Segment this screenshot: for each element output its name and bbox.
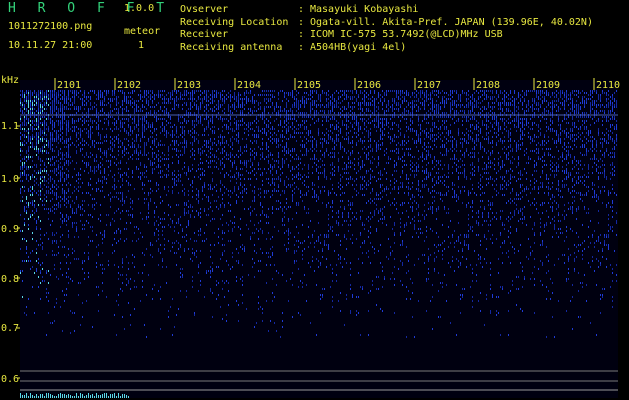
meta-row: Receiver: ICOM IC-575 53.7492(@LCD)MHz US… xyxy=(180,29,593,42)
baseline-activity xyxy=(66,395,67,398)
baseline-activity xyxy=(74,396,75,398)
baseline-activity xyxy=(124,394,125,398)
meta-value: ICOM IC-575 53.7492(@LCD)MHz USB xyxy=(310,29,503,40)
metadata-block: Ovserver: Masayuki Kobayashi Receiving Lo… xyxy=(180,4,593,54)
y-tick-label: 1.1 xyxy=(1,121,20,132)
x-tick-label: 2103 xyxy=(177,80,202,91)
baseline-activity xyxy=(80,393,81,398)
y-tick-label: 1.0 xyxy=(1,174,20,185)
baseline-activity xyxy=(112,394,113,398)
meta-colon: : xyxy=(298,29,305,40)
baseline-activity xyxy=(92,394,93,398)
baseline-activity xyxy=(60,393,61,398)
datetime: 10.11.27 21:00 xyxy=(8,40,93,51)
baseline-activity xyxy=(72,396,73,398)
baseline-activity xyxy=(116,396,117,398)
baseline-activity xyxy=(48,393,49,398)
baseline-activity xyxy=(98,395,99,398)
baseline-activity xyxy=(104,393,105,398)
baseline-activity xyxy=(122,394,123,398)
x-tick-label: 2109 xyxy=(536,80,561,91)
baseline-activity xyxy=(64,394,65,398)
baseline-activity xyxy=(26,393,27,398)
meta-key: Receiving antenna xyxy=(180,41,283,53)
baseline-activity xyxy=(54,396,55,398)
meta-value: A504HB(yagi 4el) xyxy=(310,41,407,53)
baseline-activity xyxy=(46,393,47,398)
baseline-activity xyxy=(24,395,25,398)
baseline-activity xyxy=(106,393,107,398)
meta-value: Ogata-vill. Akita-Pref. JAPAN (139.96E, … xyxy=(310,16,593,28)
baseline-activity xyxy=(76,393,77,398)
baseline-activity xyxy=(20,393,21,398)
baseline-activity xyxy=(40,394,41,398)
baseline-activity xyxy=(82,394,83,398)
baseline-activity xyxy=(94,396,95,398)
x-tick-label: 2101 xyxy=(57,80,82,91)
baseline-activity xyxy=(50,394,51,398)
baseline-activity xyxy=(68,394,69,398)
baseline-activity xyxy=(128,396,129,398)
y-tick-label: 0.8 xyxy=(1,274,20,285)
y-tick-label: 0.9 xyxy=(1,224,20,235)
baseline-activity xyxy=(32,395,33,398)
meta-row: Receiving Location: Ogata-vill. Akita-Pre… xyxy=(180,17,593,30)
count: 1 xyxy=(138,40,145,51)
baseline-activity xyxy=(62,394,63,398)
baseline-activity xyxy=(118,393,119,398)
spectrogram: kHz 1.1 1.0 0.9 0.8 0.7 0.6 2101 2102 21… xyxy=(0,75,629,400)
baseline-activity xyxy=(90,395,91,398)
mode-label: meteor xyxy=(124,26,161,37)
baseline-activity xyxy=(56,396,57,398)
x-tick-label: 2102 xyxy=(117,80,142,91)
x-tick-label: 2106 xyxy=(357,80,382,91)
x-tick-label: 2104 xyxy=(237,80,262,91)
y-tick-label: 0.6 xyxy=(1,374,20,385)
baseline-activity xyxy=(120,396,121,398)
spectrogram-canvas xyxy=(17,78,618,398)
baseline-activity xyxy=(28,396,29,398)
meta-value: Masayuki Kobayashi xyxy=(310,4,419,15)
baseline-activity xyxy=(100,395,101,398)
x-tick-label: 2107 xyxy=(417,80,442,91)
baseline-activity xyxy=(86,395,87,398)
baseline-activity xyxy=(22,395,23,398)
meta-key: Receiver xyxy=(180,29,229,40)
file-name: 1011272100.png xyxy=(8,21,93,32)
y-tick-label: 0.7 xyxy=(1,323,20,334)
baseline-activity xyxy=(84,396,85,398)
y-unit-label: kHz xyxy=(1,75,20,86)
meta-colon: : xyxy=(298,16,305,28)
baseline-activity xyxy=(36,394,37,398)
meta-colon: : xyxy=(298,4,305,15)
meta-key: Ovserver xyxy=(180,4,229,15)
baseline-activity xyxy=(114,393,115,398)
baseline-activity xyxy=(78,396,79,398)
baseline-activity xyxy=(88,393,89,398)
meta-key: Receiving Location xyxy=(180,16,289,28)
baseline-activity xyxy=(34,396,35,398)
x-tick-label: 2108 xyxy=(476,80,501,91)
x-tick-label: 2110 xyxy=(596,80,621,91)
meta-colon: : xyxy=(298,41,305,53)
baseline-activity xyxy=(108,396,109,398)
header: H R O F F T 1.0.0 1011272100.png meteor … xyxy=(0,0,629,78)
baseline-activity xyxy=(42,394,43,398)
app-version: 1.0.0 xyxy=(124,3,155,14)
baseline-activity xyxy=(30,393,31,398)
baseline-activity xyxy=(126,395,127,398)
x-tick-label: 2105 xyxy=(297,80,322,91)
baseline-activity xyxy=(70,395,71,398)
baseline-activity xyxy=(44,396,45,398)
meta-row: Receiving antenna: A504HB(yagi 4el) xyxy=(180,42,593,55)
baseline-activity xyxy=(102,394,103,398)
baseline-activity xyxy=(38,396,39,398)
baseline-activity xyxy=(52,395,53,398)
meta-row: Ovserver: Masayuki Kobayashi xyxy=(180,4,593,17)
baseline-activity xyxy=(58,394,59,398)
baseline-activity xyxy=(96,393,97,398)
baseline-activity xyxy=(110,394,111,398)
